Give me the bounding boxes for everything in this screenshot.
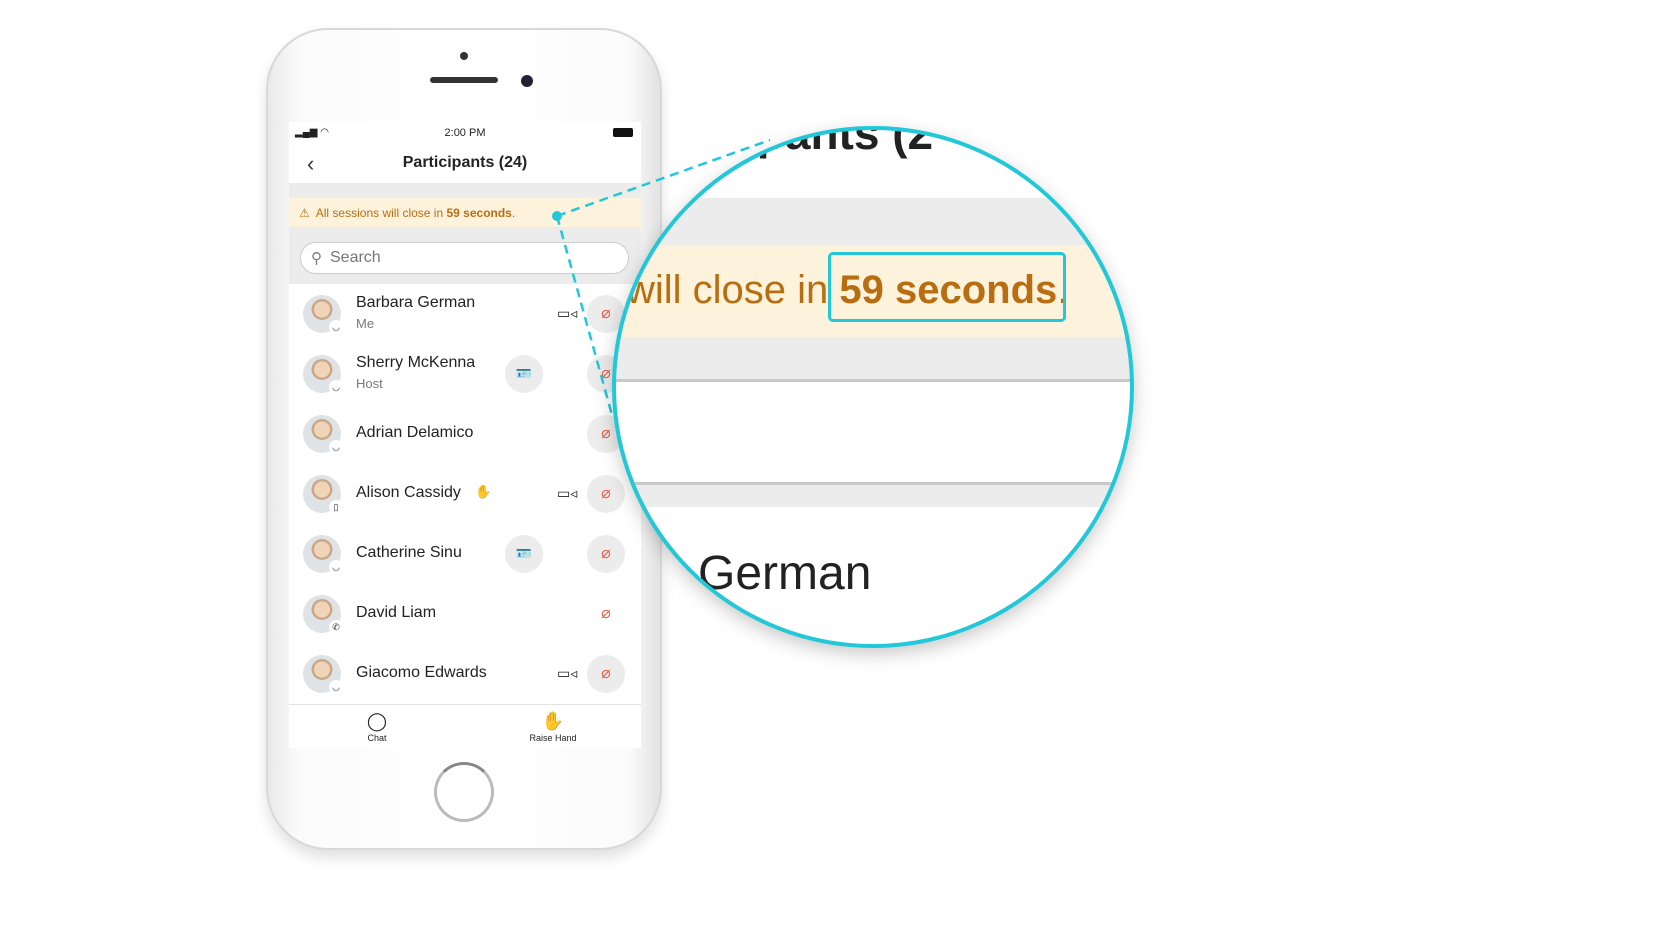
callout-line-bottom [555,215,614,416]
callout-dot [552,211,562,221]
magnifier-ring [612,126,1134,648]
